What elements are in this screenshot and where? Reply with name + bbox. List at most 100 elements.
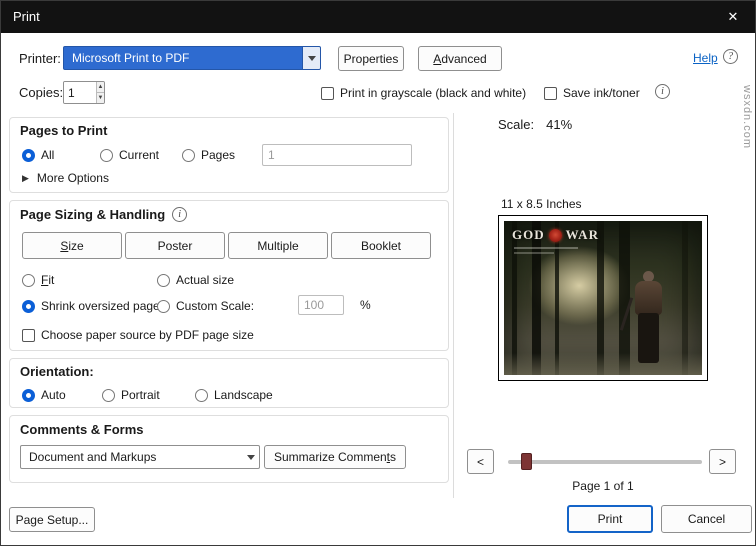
preview-page: GOD WAR: [498, 215, 708, 381]
printer-label: Printer:: [19, 51, 61, 66]
poster-label: Poster: [157, 238, 193, 253]
omega-emblem-icon: [548, 228, 562, 242]
previous-page-button[interactable]: <: [467, 449, 494, 474]
more-options-expander[interactable]: ▶ More Options: [22, 170, 109, 186]
radio-all-label: All: [41, 148, 55, 162]
spin-down-icon[interactable]: ▼: [97, 93, 104, 103]
logo-subtitle-line: [514, 252, 554, 254]
radio-fit-label: Fit: [41, 273, 55, 287]
radio-actual-label: Actual size: [176, 273, 235, 287]
help-link[interactable]: Help: [693, 51, 718, 65]
poster-button[interactable]: Poster: [125, 232, 225, 259]
chevron-down-icon: [242, 446, 259, 468]
custom-scale-input[interactable]: [298, 295, 344, 315]
page-sizing-section: Page Sizing & Handling i Size Poster Mul…: [9, 200, 449, 351]
printer-selected-value: Microsoft Print to PDF: [72, 51, 190, 65]
radio-current-label: Current: [119, 148, 160, 162]
paper-source-checkbox[interactable]: Choose paper source by PDF page size: [22, 327, 254, 343]
radio-auto-label: Auto: [41, 388, 66, 402]
tree-silhouette: [555, 221, 560, 375]
god-of-war-logo: GOD WAR: [512, 227, 599, 243]
tree-silhouette: [531, 221, 541, 375]
figure-torso: [634, 280, 662, 315]
info-icon[interactable]: i: [655, 84, 670, 99]
radio-icon: [182, 148, 195, 162]
page-indicator: Page 1 of 1: [572, 479, 634, 493]
copies-input[interactable]: [64, 82, 96, 103]
close-button[interactable]: ✕: [711, 1, 755, 33]
radio-portrait[interactable]: Portrait: [102, 387, 160, 403]
comments-forms-title: Comments & Forms: [20, 422, 144, 437]
radio-actual-size[interactable]: Actual size: [157, 272, 234, 288]
multiple-button[interactable]: Multiple: [228, 232, 328, 259]
page-slider-thumb[interactable]: [521, 453, 532, 470]
advanced-button[interactable]: Advanced: [418, 46, 502, 71]
cancel-button[interactable]: Cancel: [661, 505, 752, 533]
help-question-icon[interactable]: ?: [723, 49, 738, 64]
preview-image: GOD WAR: [504, 221, 702, 375]
title-bar: Print ✕: [1, 1, 755, 33]
spin-up-icon[interactable]: ▲: [97, 82, 104, 93]
radio-icon: [157, 273, 170, 287]
radio-shrink-oversized[interactable]: Shrink oversized pages: [22, 298, 166, 314]
figure-legs: [637, 312, 659, 363]
radio-icon: [102, 388, 115, 402]
tree-silhouette: [682, 221, 689, 375]
chevron-down-icon: [302, 47, 320, 69]
printer-select[interactable]: Microsoft Print to PDF: [63, 46, 321, 70]
tree-silhouette: [597, 221, 605, 375]
window-title: Print: [13, 9, 40, 24]
checkbox-icon: [22, 328, 35, 342]
print-label: Print: [597, 512, 623, 526]
next-page-button[interactable]: >: [709, 449, 736, 474]
radio-fit[interactable]: Fit: [22, 272, 54, 288]
booklet-label: Booklet: [360, 238, 402, 253]
figure-silhouette: [619, 270, 667, 363]
grayscale-checkbox[interactable]: Print in grayscale (black and white): [321, 85, 526, 101]
pages-to-print-section: Pages to Print All Current Pages ▶ More …: [9, 117, 449, 193]
logo-text-war: WAR: [565, 227, 599, 242]
comments-forms-select[interactable]: Document and Markups: [20, 445, 260, 469]
orientation-title: Orientation:: [20, 364, 94, 379]
more-options-label: More Options: [36, 171, 109, 185]
radio-icon: [157, 299, 170, 313]
radio-shrink-label: Shrink oversized pages: [41, 299, 166, 313]
radio-all[interactable]: All: [22, 147, 54, 163]
radio-portrait-label: Portrait: [121, 388, 160, 402]
pages-to-print-title: Pages to Print: [20, 123, 108, 138]
copies-stepper[interactable]: ▲ ▼: [63, 81, 105, 104]
copies-spin-buttons: ▲ ▼: [96, 82, 104, 103]
page-sizing-title: Page Sizing & Handling: [20, 207, 166, 222]
radio-pages[interactable]: Pages: [182, 147, 235, 163]
page-setup-button[interactable]: Page Setup...: [9, 507, 95, 532]
summarize-comments-button[interactable]: Summarize Comments: [264, 445, 406, 469]
radio-auto[interactable]: Auto: [22, 387, 66, 403]
cancel-label: Cancel: [687, 512, 726, 526]
size-label: Size: [60, 238, 84, 253]
properties-button[interactable]: Properties: [338, 46, 404, 71]
next-page-label: >: [718, 454, 726, 469]
radio-landscape[interactable]: Landscape: [195, 387, 273, 403]
radio-landscape-label: Landscape: [214, 388, 273, 402]
grayscale-label: Print in grayscale (black and white): [340, 86, 527, 100]
checkbox-icon: [321, 86, 334, 100]
scale-value: 41%: [546, 117, 573, 132]
radio-icon: [100, 148, 113, 162]
pages-range-input[interactable]: [262, 144, 412, 166]
summarize-comments-label: Summarize Comments: [273, 450, 397, 464]
expander-arrow-icon: ▶: [22, 172, 29, 183]
size-button[interactable]: Size: [22, 232, 122, 259]
print-button[interactable]: Print: [567, 505, 653, 533]
booklet-button[interactable]: Booklet: [331, 232, 431, 259]
page-slider-track[interactable]: [508, 460, 702, 464]
radio-custom-scale[interactable]: Custom Scale:: [157, 298, 254, 314]
advanced-label: Advanced: [433, 51, 487, 66]
save-ink-label: Save ink/toner: [563, 86, 640, 100]
tree-silhouette: [618, 221, 630, 375]
copies-label: Copies:: [19, 85, 64, 100]
paper-source-label: Choose paper source by PDF page size: [41, 328, 254, 342]
comments-forms-section: Comments & Forms Document and Markups Su…: [9, 415, 449, 483]
info-icon[interactable]: i: [172, 207, 188, 222]
save-ink-checkbox[interactable]: Save ink/toner: [544, 85, 640, 101]
radio-current[interactable]: Current: [100, 147, 159, 163]
